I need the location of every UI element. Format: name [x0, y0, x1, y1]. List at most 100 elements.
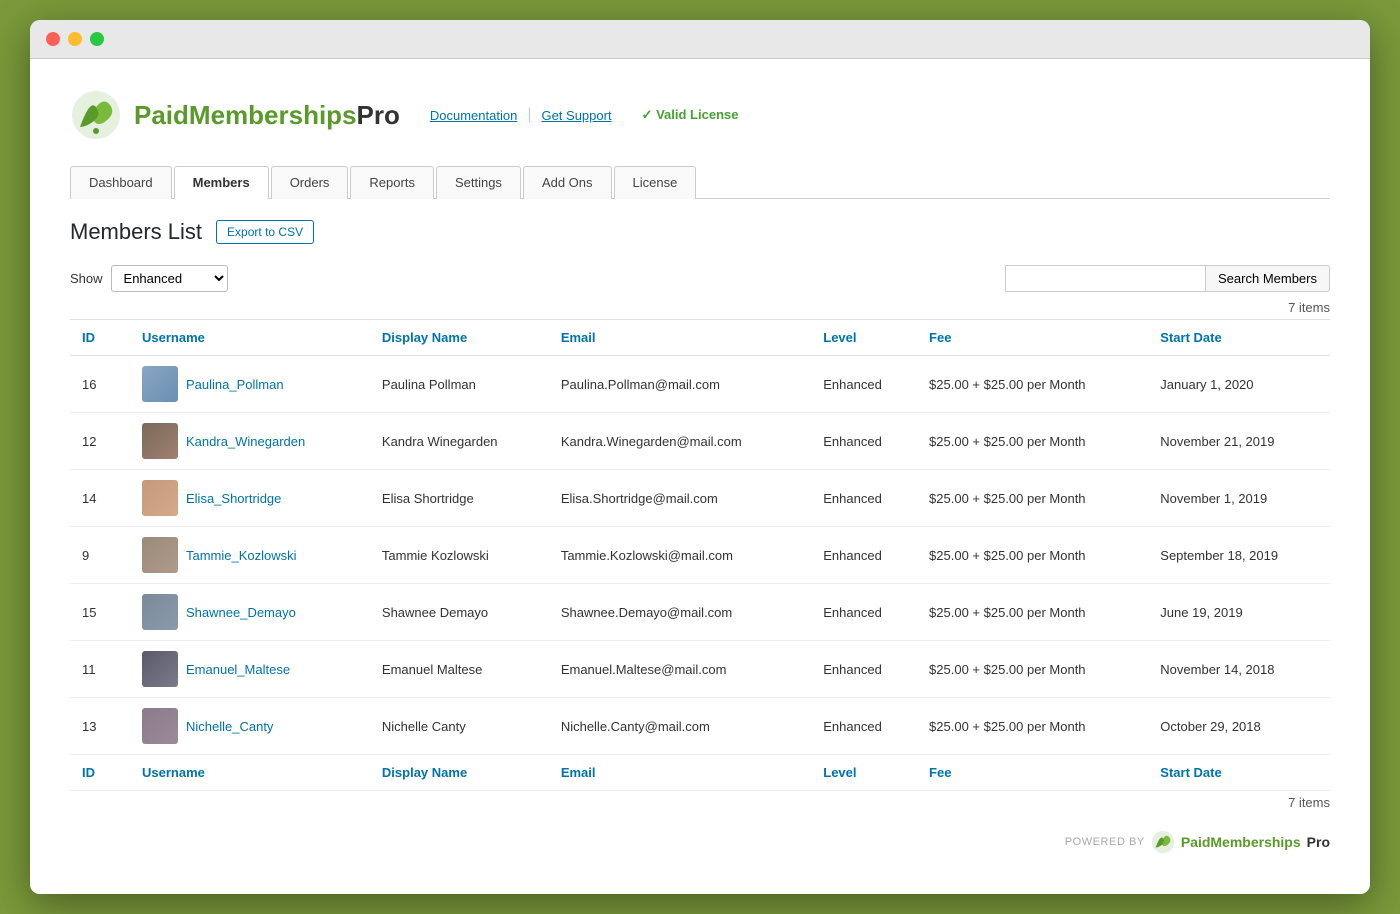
cell-id: 12 [70, 413, 130, 470]
username-link[interactable]: Nichelle_Canty [186, 719, 273, 734]
col-header-fee[interactable]: Fee [917, 320, 1148, 356]
cell-email: Shawnee.Demayo@mail.com [549, 584, 811, 641]
table-row: 15 Shawnee_Demayo Shawnee DemayoShawnee.De… [70, 584, 1330, 641]
titlebar [30, 20, 1370, 59]
export-csv-button[interactable]: Export to CSV [216, 220, 314, 244]
username-link[interactable]: Shawnee_Demayo [186, 605, 296, 620]
footer-col-email[interactable]: Email [549, 755, 811, 791]
show-label: Show [70, 271, 103, 286]
documentation-link[interactable]: Documentation [430, 108, 517, 123]
cell-start-date: September 18, 2019 [1148, 527, 1330, 584]
cell-level: Enhanced [811, 356, 917, 413]
col-header-email[interactable]: Email [549, 320, 811, 356]
cell-start-date: January 1, 2020 [1148, 356, 1330, 413]
cell-id: 14 [70, 470, 130, 527]
cell-level: Enhanced [811, 470, 917, 527]
license-status: Valid License [642, 107, 739, 123]
footer-col-id[interactable]: ID [70, 755, 130, 791]
main-content: PaidMembershipsPro Documentation | Get S… [30, 59, 1370, 894]
cell-username: Kandra_Winegarden [130, 413, 370, 470]
cell-fee: $25.00 + $25.00 per Month [917, 356, 1148, 413]
footer-brand-name: PaidMemberships [1181, 834, 1301, 850]
items-count-bottom: 7 items [70, 795, 1330, 810]
tab-members[interactable]: Members [174, 166, 269, 199]
tab-dashboard[interactable]: Dashboard [70, 166, 172, 199]
search-input[interactable] [1005, 265, 1205, 292]
footer-logo-icon [1151, 830, 1175, 854]
cell-start-date: June 19, 2019 [1148, 584, 1330, 641]
cell-fee: $25.00 + $25.00 per Month [917, 584, 1148, 641]
cell-fee: $25.00 + $25.00 per Month [917, 641, 1148, 698]
close-button[interactable] [46, 32, 60, 46]
username-link[interactable]: Paulina_Pollman [186, 377, 284, 392]
footer-col-start-date[interactable]: Start Date [1148, 755, 1330, 791]
brand-header: PaidMembershipsPro Documentation | Get S… [70, 89, 1330, 141]
cell-level: Enhanced [811, 584, 917, 641]
cell-level: Enhanced [811, 641, 917, 698]
col-header-id[interactable]: ID [70, 320, 130, 356]
search-members-button[interactable]: Search Members [1205, 265, 1330, 292]
table-row: 16Paulina_PollmanPaulina PollmanPaulina.… [70, 356, 1330, 413]
cell-id: 15 [70, 584, 130, 641]
cell-fee: $25.00 + $25.00 per Month [917, 413, 1148, 470]
items-count-top: 7 items [70, 300, 1330, 315]
col-header-start-date[interactable]: Start Date [1148, 320, 1330, 356]
cell-id: 16 [70, 356, 130, 413]
logo-area: PaidMembershipsPro [70, 89, 400, 141]
username-link[interactable]: Emanuel_Maltese [186, 662, 290, 677]
maximize-button[interactable] [90, 32, 104, 46]
app-window: PaidMembershipsPro Documentation | Get S… [30, 20, 1370, 894]
cell-fee: $25.00 + $25.00 per Month [917, 470, 1148, 527]
table-header-row: ID Username Display Name Email Level Fee… [70, 320, 1330, 356]
tab-reports[interactable]: Reports [350, 166, 434, 199]
minimize-button[interactable] [68, 32, 82, 46]
cell-email: Emanuel.Maltese@mail.com [549, 641, 811, 698]
footer-logo: POWERED BY PaidMembershipsPro [1065, 830, 1330, 854]
logo-icon [70, 89, 122, 141]
support-link[interactable]: Get Support [541, 108, 611, 123]
controls-row: Show Enhanced All Basic Premium Search M… [70, 265, 1330, 292]
col-header-username[interactable]: Username [130, 320, 370, 356]
table-row: 13 Nichelle_Canty Nichelle CantyNichelle.C… [70, 698, 1330, 755]
cell-username: Shawnee_Demayo [130, 584, 370, 641]
cell-level: Enhanced [811, 413, 917, 470]
cell-display-name: Nichelle Canty [370, 698, 549, 755]
cell-display-name: Elisa Shortridge [370, 470, 549, 527]
cell-display-name: Shawnee Demayo [370, 584, 549, 641]
table-row: 12Kandra_WinegardenKandra WinegardenKand… [70, 413, 1330, 470]
username-link[interactable]: Kandra_Winegarden [186, 434, 305, 449]
traffic-lights [46, 32, 104, 46]
cell-email: Elisa.Shortridge@mail.com [549, 470, 811, 527]
show-filter-area: Show Enhanced All Basic Premium [70, 265, 228, 292]
cell-level: Enhanced [811, 698, 917, 755]
tab-settings[interactable]: Settings [436, 166, 521, 199]
footer-col-display-name[interactable]: Display Name [370, 755, 549, 791]
username-link[interactable]: Tammie_Kozlowski [186, 548, 297, 563]
page-title-area: Members List Export to CSV [70, 219, 1330, 245]
cell-id: 9 [70, 527, 130, 584]
tab-license[interactable]: License [614, 166, 697, 199]
tab-orders[interactable]: Orders [271, 166, 349, 199]
cell-email: Paulina.Pollman@mail.com [549, 356, 811, 413]
cell-email: Nichelle.Canty@mail.com [549, 698, 811, 755]
footer-col-username[interactable]: Username [130, 755, 370, 791]
table-footer-row: ID Username Display Name Email Level Fee… [70, 755, 1330, 791]
cell-start-date: November 14, 2018 [1148, 641, 1330, 698]
col-header-level[interactable]: Level [811, 320, 917, 356]
col-header-display-name[interactable]: Display Name [370, 320, 549, 356]
search-area: Search Members [1005, 265, 1330, 292]
page-title: Members List [70, 219, 202, 245]
footer-col-fee[interactable]: Fee [917, 755, 1148, 791]
cell-username: Emanuel_Maltese [130, 641, 370, 698]
cell-display-name: Kandra Winegarden [370, 413, 549, 470]
footer-col-level[interactable]: Level [811, 755, 917, 791]
cell-fee: $25.00 + $25.00 per Month [917, 527, 1148, 584]
table-row: 14 Elisa_Shortridge Elisa ShortridgeElisa.… [70, 470, 1330, 527]
username-link[interactable]: Elisa_Shortridge [186, 491, 281, 506]
show-select[interactable]: Enhanced All Basic Premium [111, 265, 228, 292]
tab-addons[interactable]: Add Ons [523, 166, 612, 199]
tabs-nav: Dashboard Members Orders Reports Setting… [70, 165, 1330, 199]
cell-id: 13 [70, 698, 130, 755]
cell-id: 11 [70, 641, 130, 698]
cell-start-date: November 1, 2019 [1148, 470, 1330, 527]
